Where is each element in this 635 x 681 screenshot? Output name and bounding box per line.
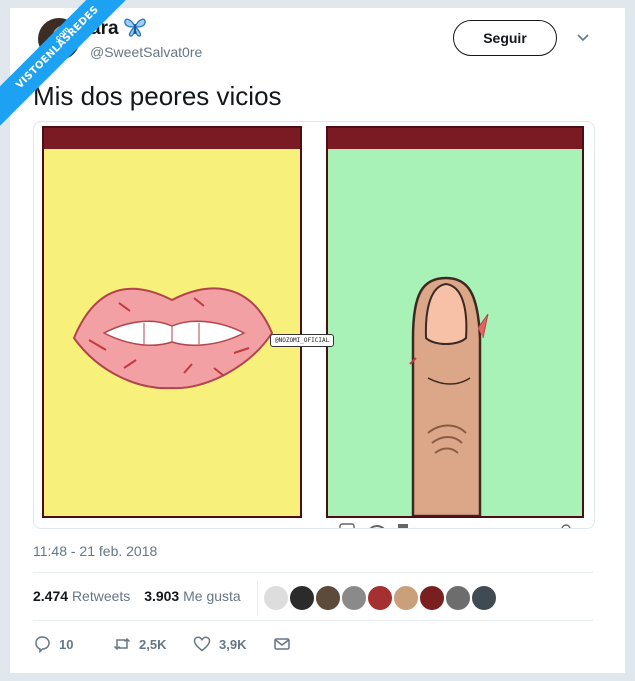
social-icons — [339, 523, 571, 528]
follow-button[interactable]: Seguir — [453, 20, 557, 56]
screenshot-frame: ara @SweetSalvat0re Seguir Mis dos peore… — [0, 0, 635, 681]
divider — [33, 620, 593, 621]
liker-avatar[interactable] — [367, 585, 393, 611]
tweet-text: Mis dos peores vicios — [33, 81, 282, 111]
tweet-stats: 2.474 Retweets 3.903 Me gusta — [33, 588, 251, 604]
meme-panel-finger — [326, 126, 584, 518]
liker-avatar[interactable] — [445, 585, 471, 611]
reply-button[interactable]: 10 — [33, 634, 73, 654]
retweet-count: 2,5K — [139, 636, 167, 652]
liker-avatar[interactable] — [315, 585, 341, 611]
divider — [33, 572, 593, 573]
reply-count: 10 — [59, 636, 74, 652]
reply-icon — [35, 636, 50, 653]
liker-avatar[interactable] — [419, 585, 445, 611]
like-button[interactable]: 3,9K — [193, 634, 246, 654]
tweet-card: ara @SweetSalvat0re Seguir Mis dos peore… — [10, 8, 625, 673]
liker-avatar[interactable] — [471, 585, 497, 611]
liker-avatar[interactable] — [289, 585, 315, 611]
retweet-icon — [113, 637, 131, 651]
meme-panel-lips — [42, 126, 302, 518]
retweet-button[interactable]: 2,5K — [113, 634, 166, 654]
heart-icon — [193, 636, 211, 652]
divider — [257, 581, 258, 615]
finger-illustration — [409, 276, 489, 516]
chevron-down-icon[interactable] — [576, 33, 590, 43]
liker-avatar[interactable] — [341, 585, 367, 611]
image-credit-label: @NOZOMI_OFICIAL — [270, 334, 335, 347]
user-handle[interactable]: @SweetSalvat0re — [90, 44, 202, 60]
lips-illustration — [72, 287, 274, 390]
envelope-icon — [274, 638, 290, 650]
tweet-timestamp[interactable]: 11:48 - 21 feb. 2018 — [33, 543, 157, 559]
like-count: 3,9K — [219, 636, 247, 652]
retweets-stat[interactable]: 2.474 Retweets — [33, 588, 130, 604]
butterfly-icon — [124, 18, 146, 37]
likes-stat[interactable]: 3.903 Me gusta — [144, 588, 241, 604]
liker-avatar[interactable] — [263, 585, 289, 611]
tweet-media[interactable]: @NOZOMI_OFICIAL — [33, 121, 595, 529]
social-icons-strip — [334, 520, 584, 528]
direct-message-button[interactable] — [273, 634, 291, 654]
liker-avatar[interactable] — [393, 585, 419, 611]
